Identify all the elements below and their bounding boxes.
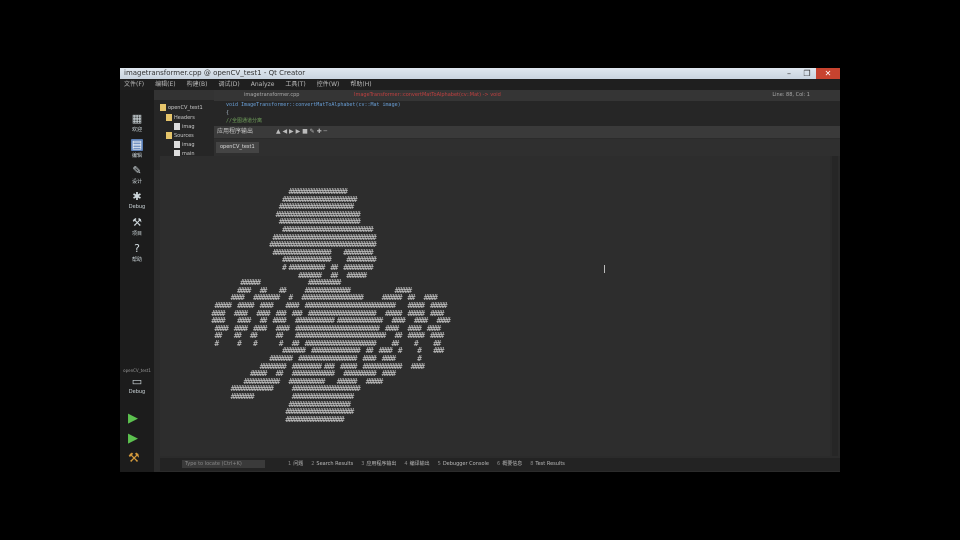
menu-debug[interactable]: 调试(D) xyxy=(218,79,239,90)
kit-config: Debug xyxy=(128,389,146,395)
output-tab[interactable]: openCV_test1 xyxy=(216,142,259,153)
pane-button-compile[interactable]: 4 编译输出 xyxy=(404,458,429,471)
pane-button-search[interactable]: 2 Search Results xyxy=(311,458,353,471)
output-toolbar-icons[interactable]: ▲ ◀ ▶ ▶ ■ ✎ ✚ ─ xyxy=(276,126,327,138)
menu-widgets[interactable]: 控件(W) xyxy=(317,79,340,90)
status-bar: Type to locate (Ctrl+K) 1 问题 2 Search Resu… xyxy=(160,458,840,471)
edit-icon: ▤ xyxy=(131,138,143,151)
folder-icon xyxy=(166,114,172,121)
mouse-cursor xyxy=(604,265,605,273)
kit-name: openCV_test1 xyxy=(123,368,151,373)
mode-label: 帮助 xyxy=(131,257,142,263)
window-title: imagetransformer.cpp @ openCV_test1 - Qt… xyxy=(124,69,306,77)
bug-icon: ✱ xyxy=(132,190,142,203)
mode-debug[interactable]: ✱ Debug xyxy=(120,188,154,214)
file-icon xyxy=(174,141,180,148)
mode-design[interactable]: ✎ 设计 xyxy=(120,162,154,188)
minimize-button[interactable]: – xyxy=(780,68,798,79)
file-icon xyxy=(174,123,180,130)
code-view[interactable]: void ImageTransformer::convertMatToAlpha… xyxy=(214,101,401,125)
menu-build[interactable]: 构建(B) xyxy=(187,79,208,90)
pane-button-issues[interactable]: 1 问题 xyxy=(288,458,303,471)
output-pane-titlebar: 应用程序输出 ▲ ◀ ▶ ▶ ■ ✎ ✚ ─ xyxy=(214,126,840,138)
ascii-art-output: ################## #####################… xyxy=(211,187,451,424)
menu-help[interactable]: 帮助(H) xyxy=(350,79,371,90)
wrench-icon: ⚒ xyxy=(132,216,142,229)
mode-label: 编辑 xyxy=(131,153,142,159)
run-icon[interactable]: ▶ xyxy=(128,412,138,426)
mode-label: 设计 xyxy=(131,179,142,185)
menu-tools[interactable]: 工具(T) xyxy=(285,79,305,90)
file-tab[interactable]: imagetransformer.cpp xyxy=(244,90,299,101)
tree-item-source-file[interactable]: imag xyxy=(174,141,195,148)
code-line: { xyxy=(226,110,230,116)
pencil-icon: ✎ xyxy=(132,164,142,177)
maximize-button[interactable]: ❐ xyxy=(798,68,816,79)
menu-file[interactable]: 文件(F) xyxy=(124,79,144,90)
mode-projects[interactable]: ⚒ 项目 xyxy=(120,214,154,240)
mode-selector: ▦ 欢迎 ▤ 编辑 ✎ 设计 ✱ Debug ⚒ 项目 ? 帮助 openCV_… xyxy=(120,90,154,472)
function-crumb[interactable]: ImageTransformer::convertMatToAlphabet(c… xyxy=(354,90,501,101)
tree-item-header-file[interactable]: imag xyxy=(174,123,195,130)
qt-creator-window: imagetransformer.cpp @ openCV_test1 - Qt… xyxy=(120,68,840,472)
code-line: //全图通道分离 xyxy=(226,118,263,124)
close-button[interactable]: ✕ xyxy=(816,68,840,79)
debug-run-icon[interactable]: ▶ xyxy=(128,432,138,446)
menu-edit[interactable]: 编辑(E) xyxy=(155,79,175,90)
title-bar: imagetransformer.cpp @ openCV_test1 - Qt… xyxy=(120,68,840,79)
folder-icon xyxy=(160,104,166,111)
project-tree-toolbar xyxy=(154,90,214,100)
output-pane-title: 应用程序输出 xyxy=(217,128,254,135)
mode-label: 欢迎 xyxy=(131,127,142,133)
menu-bar: 文件(F) 编辑(E) 构建(B) 调试(D) Analyze 工具(T) 控件… xyxy=(120,79,840,90)
grid-icon: ▦ xyxy=(131,112,143,125)
code-line: void ImageTransformer::convertMatToAlpha… xyxy=(226,102,401,108)
folder-icon xyxy=(166,132,172,139)
pane-button-debugger[interactable]: 5 Debugger Console xyxy=(438,458,489,471)
build-hammer-icon[interactable]: ⚒ xyxy=(128,452,140,466)
application-output: ################## #####################… xyxy=(160,156,830,456)
menu-analyze[interactable]: Analyze xyxy=(251,79,275,90)
tree-item-sources[interactable]: Sources xyxy=(166,132,194,139)
editor-toolbar: imagetransformer.cpp ImageTransformer::c… xyxy=(214,90,840,101)
output-pane-buttons: 1 问题 2 Search Results 3 应用程序输出 4 编译输出 5 Debug… xyxy=(288,458,565,471)
help-icon: ? xyxy=(134,242,140,255)
output-tabs: openCV_test1 xyxy=(214,139,840,156)
window-controls: – ❐ ✕ xyxy=(780,68,840,79)
locator-input[interactable]: Type to locate (Ctrl+K) xyxy=(182,460,265,468)
mode-welcome[interactable]: ▦ 欢迎 xyxy=(120,110,154,136)
mode-label: Debug xyxy=(128,204,146,210)
pane-button-app-output[interactable]: 3 应用程序输出 xyxy=(361,458,396,471)
mode-label: 项目 xyxy=(131,231,142,237)
mode-edit[interactable]: ▤ 编辑 xyxy=(120,136,154,162)
line-info: Line: 88, Col: 1 xyxy=(772,92,810,98)
tree-item-headers[interactable]: Headers xyxy=(166,114,195,121)
kit-selector[interactable]: openCV_test1 ▭ Debug xyxy=(120,368,154,398)
pane-button-summary[interactable]: 6 概要信息 xyxy=(497,458,522,471)
tree-item-project[interactable]: openCV_test1 xyxy=(160,104,203,111)
pane-button-tests[interactable]: 8 Test Results xyxy=(530,458,565,471)
mode-help[interactable]: ? 帮助 xyxy=(120,240,154,266)
monitor-icon: ▭ xyxy=(131,375,143,388)
output-scrollbar[interactable] xyxy=(832,156,838,456)
